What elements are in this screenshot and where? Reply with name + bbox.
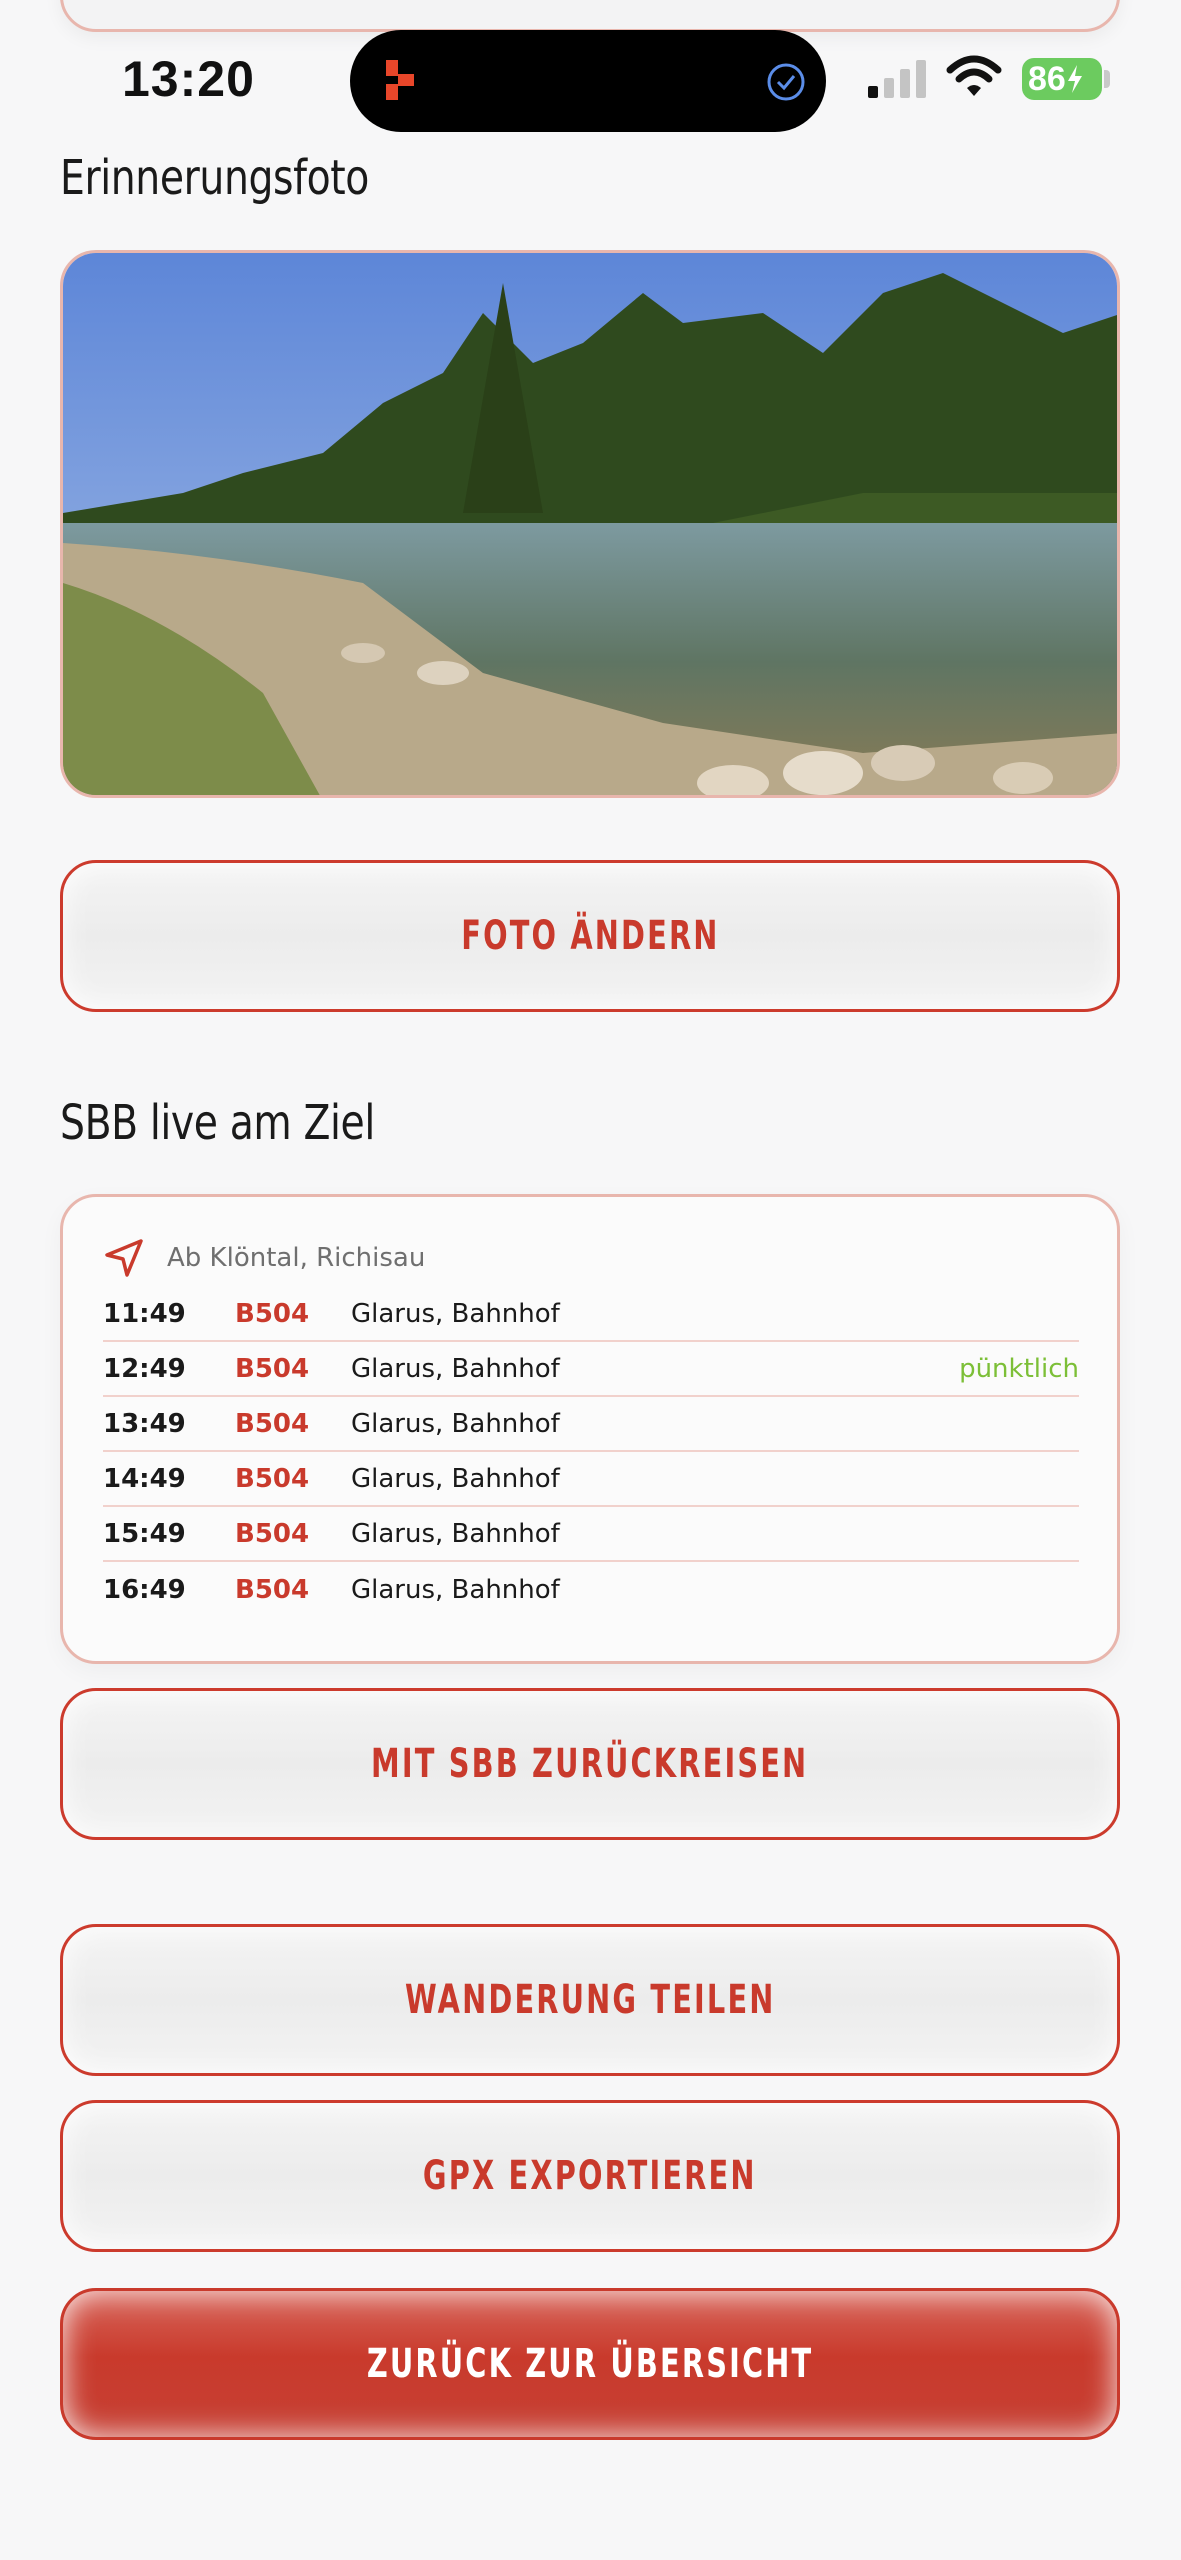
departure-time: 16:49 — [103, 1574, 186, 1605]
departure-origin: Ab Klöntal, Richisau — [167, 1243, 426, 1273]
back-to-overview-label: ZURÜCK ZUR ÜBERSICHT — [366, 2341, 814, 2387]
sbb-section-title: SBB live am Ziel — [60, 1095, 375, 1151]
signal-icon — [868, 60, 926, 98]
departure-time: 14:49 — [103, 1463, 186, 1494]
departure-row[interactable]: 15:49 B504 Glarus, Bahnhof — [103, 1507, 1079, 1562]
departures-list: 11:49 B504 Glarus, Bahnhof 12:49 B504 Gl… — [103, 1287, 1079, 1617]
departure-row[interactable]: 13:49 B504 Glarus, Bahnhof — [103, 1397, 1079, 1452]
departure-line: B504 — [235, 1518, 310, 1549]
departure-destination: Glarus, Bahnhof — [351, 1463, 560, 1494]
departure-time: 13:49 — [103, 1408, 186, 1439]
status-time: 13:20 — [122, 51, 255, 107]
dynamic-island — [350, 30, 826, 132]
departure-line: B504 — [235, 1574, 310, 1605]
memory-photo — [60, 250, 1120, 798]
wifi-icon — [946, 55, 1002, 96]
gpx-export-label: GPX EXPORTIEREN — [423, 2153, 757, 2199]
departure-row[interactable]: 11:49 B504 Glarus, Bahnhof — [103, 1287, 1079, 1342]
check-circle-icon — [767, 63, 805, 101]
location-arrow-icon — [105, 1239, 143, 1277]
departure-destination: Glarus, Bahnhof — [351, 1408, 560, 1439]
share-hike-button[interactable]: WANDERUNG TEILEN — [60, 1924, 1120, 2076]
departure-line: B504 — [235, 1463, 310, 1494]
sbb-return-label: MIT SBB ZURÜCKREISEN — [371, 1741, 809, 1787]
departures-card: Ab Klöntal, Richisau 11:49 B504 Glarus, … — [60, 1194, 1120, 1664]
photo-section-title: Erinnerungsfoto — [60, 150, 369, 206]
departure-line: B504 — [235, 1353, 310, 1384]
app-logo-icon — [386, 60, 414, 100]
battery-level: 86 — [1028, 59, 1066, 98]
departure-row[interactable]: 12:49 B504 Glarus, Bahnhof pünktlich — [103, 1342, 1079, 1397]
share-hike-label: WANDERUNG TEILEN — [404, 1977, 776, 2023]
change-photo-label: FOTO ÄNDERN — [460, 913, 720, 959]
departure-destination: Glarus, Bahnhof — [351, 1353, 560, 1384]
charging-bolt-icon — [1067, 65, 1082, 93]
previous-card-edge — [60, 0, 1120, 32]
gpx-export-button[interactable]: GPX EXPORTIEREN — [60, 2100, 1120, 2252]
departure-time: 11:49 — [103, 1298, 186, 1329]
departure-destination: Glarus, Bahnhof — [351, 1518, 560, 1549]
back-to-overview-button[interactable]: ZURÜCK ZUR ÜBERSICHT — [60, 2288, 1120, 2440]
departure-destination: Glarus, Bahnhof — [351, 1298, 560, 1329]
departure-line: B504 — [235, 1298, 310, 1329]
departure-line: B504 — [235, 1408, 310, 1439]
departure-row[interactable]: 16:49 B504 Glarus, Bahnhof — [103, 1562, 1079, 1617]
departure-row[interactable]: 14:49 B504 Glarus, Bahnhof — [103, 1452, 1079, 1507]
battery-nub — [1104, 70, 1110, 88]
departure-status: pünktlich — [959, 1353, 1079, 1384]
battery-icon: 86 — [1022, 58, 1102, 100]
departure-destination: Glarus, Bahnhof — [351, 1574, 560, 1605]
departure-time: 12:49 — [103, 1353, 186, 1384]
change-photo-button[interactable]: FOTO ÄNDERN — [60, 860, 1120, 1012]
sbb-return-button[interactable]: MIT SBB ZURÜCKREISEN — [60, 1688, 1120, 1840]
departure-time: 15:49 — [103, 1518, 186, 1549]
